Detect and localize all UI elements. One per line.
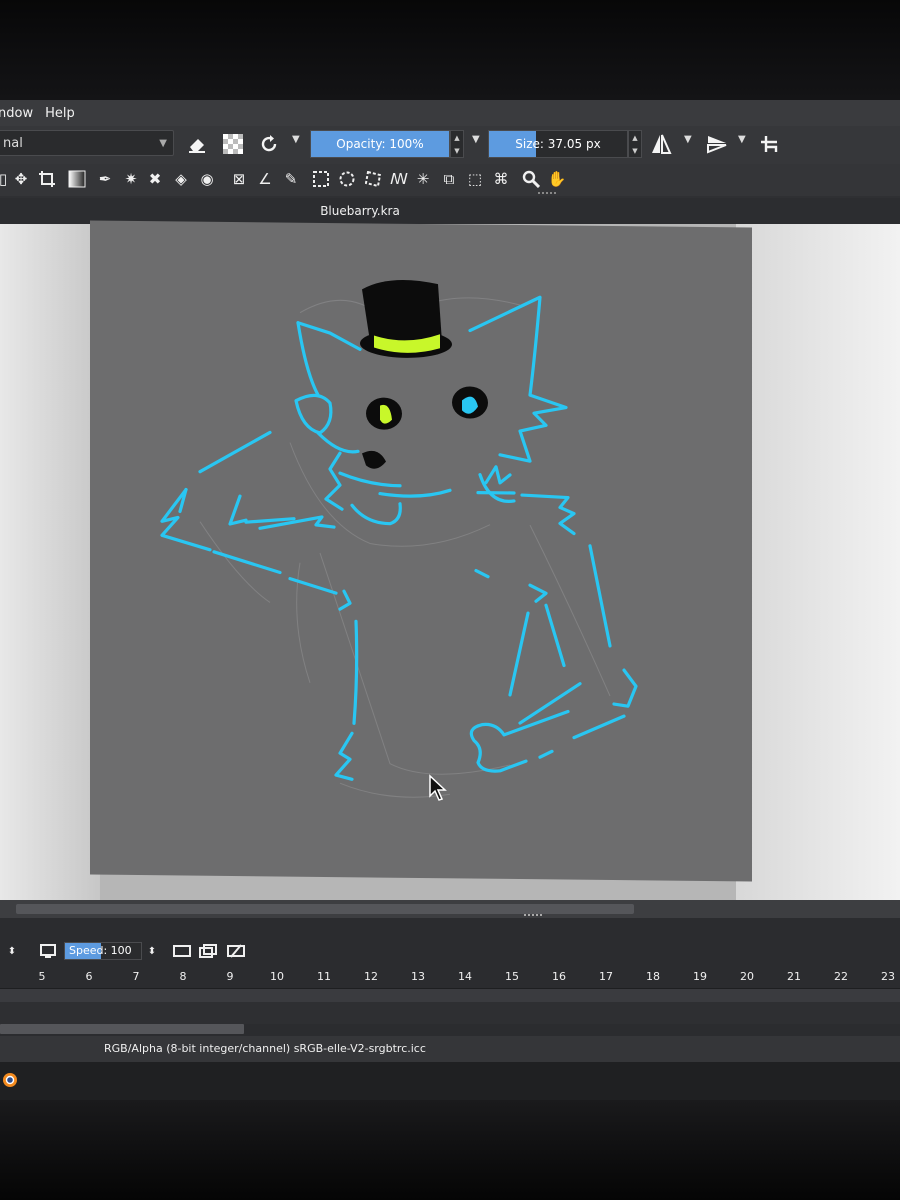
crop-icon[interactable] [36,168,58,190]
lineart-layer [160,295,638,781]
menu-bar: ndow Help [0,100,900,126]
brush-toolbar: nal ▼ ▼ Opacity: 100% ▲ ▼ ▼ Size: 37.05 p… [0,126,900,164]
wrap-around-icon[interactable] [756,131,782,157]
polygon-select-icon[interactable] [362,168,384,190]
timeline-controls: ⬍ Speed: 100 % ⬍ [0,940,900,964]
alpha-lock-icon[interactable] [220,131,246,157]
frame-number[interactable]: 5 [30,970,54,983]
ellipse-select-icon[interactable] [336,168,358,190]
blend-mode-select[interactable]: nal ▼ [0,130,174,156]
reload-preset-icon[interactable] [256,131,282,157]
pan-icon[interactable]: ✋ [546,168,568,190]
monitor-bezel-bottom [0,1100,900,1200]
animation-timeline-panel: ⬍ Speed: 100 % ⬍ 5 6 7 8 9 10 11 12 13 14 15 16 17 18… [0,918,900,1048]
color-picker-icon[interactable]: ✒ [94,168,116,190]
frame-number[interactable]: 11 [312,970,336,983]
onion-skin-icon[interactable] [172,942,192,960]
drawing-canvas[interactable] [90,220,752,882]
frame-ruler[interactable]: 5 6 7 8 9 10 11 12 13 14 15 16 17 18 19 20 21 22 23 [0,968,900,988]
angle-icon[interactable]: ∠ [254,168,276,190]
opacity-slider[interactable]: Opacity: 100% [310,130,450,158]
reference-icon[interactable]: ✎ [280,168,302,190]
loop-icon[interactable] [38,942,58,960]
rect-select-icon[interactable] [310,168,332,190]
frame-number[interactable]: 23 [876,970,900,983]
similar-select-icon[interactable]: ⧉ [438,168,460,190]
top-hat [360,280,452,358]
assistant-icon[interactable]: ✖ [144,168,166,190]
blend-mode-value: nal [3,136,23,151]
chevron-down-icon[interactable]: ▼ [684,134,692,145]
mirror-vertical-icon[interactable] [704,131,730,157]
frame-number[interactable]: 14 [453,970,477,983]
measure-icon[interactable]: ⊠ [228,168,250,190]
frame-number[interactable]: 16 [547,970,571,983]
mirror-horizontal-icon[interactable] [648,131,674,157]
canvas-area[interactable] [0,220,900,900]
frame-number[interactable]: 18 [641,970,665,983]
frame-number[interactable]: 6 [77,970,101,983]
chevron-down-icon[interactable]: ▼ [472,134,480,145]
frame-number[interactable]: 15 [500,970,524,983]
color-profile-info: RGB/Alpha (8-bit integer/channel) sRGB-e… [104,1042,426,1055]
sketch-layer [199,297,611,798]
duplicate-frame-icon[interactable] [198,942,218,960]
monitor-bezel-top [0,0,900,100]
eyes [362,386,488,469]
frame-number[interactable]: 12 [359,970,383,983]
smart-patch-icon[interactable]: ✷ [120,168,142,190]
frame-number[interactable]: 22 [829,970,853,983]
speed-spinner-icon[interactable]: ⬍ [142,942,162,960]
opacity-spinner[interactable]: ▲ ▼ [450,130,464,158]
move-icon[interactable]: ✥ [10,168,32,190]
frame-number[interactable]: 8 [171,970,195,983]
bezier-select-icon[interactable]: ⬚ [464,168,486,190]
gradient-icon[interactable] [66,168,88,190]
scrollbar-thumb[interactable] [16,904,634,914]
status-bar: RGB/Alpha (8-bit integer/channel) sRGB-e… [0,1036,900,1062]
frame-number[interactable]: 17 [594,970,618,983]
menu-help[interactable]: Help [39,106,81,121]
blender-icon[interactable] [0,1070,18,1088]
frame-track[interactable] [0,988,900,1003]
frame-number[interactable]: 19 [688,970,712,983]
magnetic-select-icon[interactable]: ⌘ [490,168,512,190]
frame-number[interactable]: 21 [782,970,806,983]
contiguous-select-icon[interactable]: ✳ [412,168,434,190]
frame-number[interactable]: 13 [406,970,430,983]
frame-number[interactable]: 7 [124,970,148,983]
frame-number[interactable]: 10 [265,970,289,983]
frame-number[interactable]: 9 [218,970,242,983]
menu-window[interactable]: ndow [0,106,39,121]
canvas-horizontal-scrollbar[interactable] [0,900,900,918]
frame-number[interactable]: 20 [735,970,759,983]
chevron-down-icon[interactable]: ▼ [738,134,746,145]
speed-slider[interactable]: Speed: 100 % [64,942,142,960]
zoom-icon[interactable] [520,168,542,190]
size-spinner[interactable]: ▲ ▼ [628,130,642,158]
size-label: Size: 37.05 px [515,137,601,151]
krita-window: ndow Help nal ▼ ▼ Opacity: 100% ▲ ▼ ▼ Siz… [0,100,900,1100]
chevron-down-icon[interactable]: ▼ [292,134,300,145]
frame-track-empty[interactable] [0,1002,900,1024]
taskbar [0,1062,900,1100]
document-title[interactable]: Bluebarry.kra [300,198,420,224]
size-slider[interactable]: Size: 37.05 px [488,130,628,158]
artwork [160,280,638,798]
eraser-icon[interactable] [184,131,210,157]
toolbar-grip[interactable] [538,192,556,197]
spinner-icon[interactable]: ⬍ [2,942,22,960]
mouse-cursor-icon [429,774,447,801]
screen-glare [0,224,100,900]
freehand-select-icon[interactable]: ꟿ [388,168,410,190]
toolbox: ▯ ✥ ✒ ✷ ✖ ◈ ◉ ⊠ ∠ ✎ ꟿ ✳ ⧉ ⬚ ⌘ ✋ [0,164,900,196]
chevron-down-icon: ▼ [159,138,167,149]
drop-frames-icon[interactable] [226,942,246,960]
fill-icon[interactable]: ◈ [170,168,192,190]
screen-glare [736,224,900,900]
opacity-label: Opacity: 100% [336,137,424,151]
timeline-scrollbar-thumb[interactable] [0,1024,244,1034]
enclose-fill-icon[interactable]: ◉ [196,168,218,190]
